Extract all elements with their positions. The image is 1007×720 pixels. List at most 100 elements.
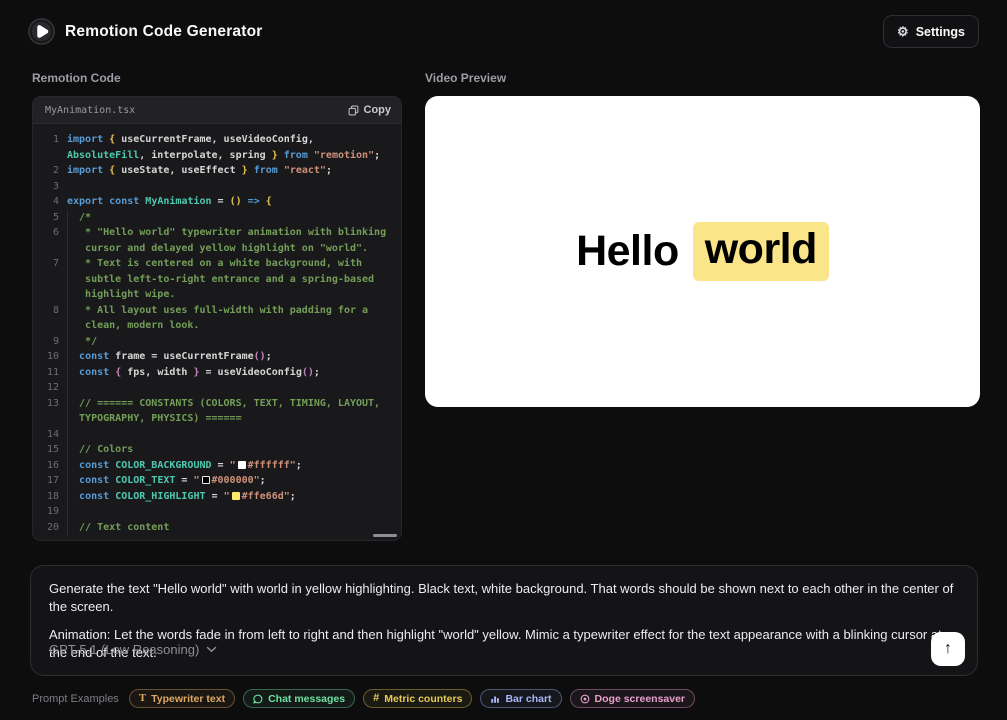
code-line: 17 const COLOR_TEXT = "#000000"; — [41, 473, 393, 489]
settings-label: Settings — [916, 25, 965, 39]
line-number: 8 — [41, 303, 59, 319]
code-line: 21 const FULL_TEXT = "Hello world"; — [41, 535, 393, 536]
submit-button[interactable]: ↑ — [931, 632, 965, 666]
example-pill-label: Doge screensaver — [595, 693, 685, 705]
code-editor-header: MyAnimation.tsx Copy — [33, 97, 401, 124]
line-number — [41, 318, 59, 334]
example-pill-label: Chat messages — [268, 693, 345, 705]
gear-icon: ⚙ — [897, 25, 909, 38]
code-line: 9 */ — [41, 334, 393, 350]
preview-section-label: Video Preview — [425, 71, 980, 85]
color-swatch — [232, 492, 240, 500]
code-line: 3 — [41, 179, 393, 195]
code-lines[interactable]: 1import { useCurrentFrame, useVideoConfi… — [33, 124, 401, 536]
example-pill-doge-screensaver[interactable]: Doge screensaver — [570, 689, 695, 708]
line-number: 14 — [41, 427, 59, 443]
prompt-examples-row: Prompt Examples T Typewriter text Chat mes… — [32, 689, 975, 708]
header: Remotion Code Generator ⚙ Settings — [0, 0, 1007, 63]
line-number: 20 — [41, 520, 59, 536]
remotion-logo-icon — [28, 18, 55, 45]
typewriter-icon: T — [139, 693, 146, 704]
code-line: clean, modern look. — [41, 318, 393, 334]
code-line: 20 // Text content — [41, 520, 393, 536]
prompt-card: Generate the text "Hello world" with wor… — [30, 565, 978, 676]
code-line: 15 // Colors — [41, 442, 393, 458]
line-number: 16 — [41, 458, 59, 474]
copy-label: Copy — [364, 104, 392, 116]
hash-icon: # — [373, 693, 379, 704]
line-number: 10 — [41, 349, 59, 365]
code-editor: MyAnimation.tsx Copy 1import { useCurren… — [32, 96, 402, 541]
code-line: 7 * Text is centered on a white backgrou… — [41, 256, 393, 272]
example-pill-label: Bar chart — [505, 693, 551, 705]
code-line: 16 const COLOR_BACKGROUND = "#ffffff"; — [41, 458, 393, 474]
brand: Remotion Code Generator — [28, 18, 263, 45]
line-number: 19 — [41, 504, 59, 520]
line-number: 15 — [41, 442, 59, 458]
line-number: 6 — [41, 225, 59, 241]
code-line: 18 const COLOR_HIGHLIGHT = "#ffe66d"; — [41, 489, 393, 505]
rendered-animation-text: Hello world — [576, 222, 829, 281]
color-swatch — [238, 461, 246, 469]
line-number — [41, 411, 59, 427]
bar-chart-icon — [490, 694, 500, 704]
line-number: 1 — [41, 132, 59, 148]
line-number — [41, 241, 59, 257]
code-line: 1import { useCurrentFrame, useVideoConfi… — [41, 132, 393, 148]
line-number — [41, 148, 59, 164]
prompt-actions: GPT-5.1 (Low Reasoning) ↑ — [49, 632, 965, 666]
line-number: 11 — [41, 365, 59, 381]
code-line: 8 * All layout uses full-width with padd… — [41, 303, 393, 319]
line-number: 4 — [41, 194, 59, 210]
horizontal-scrollbar-thumb[interactable] — [373, 534, 397, 537]
example-pill-bar-chart[interactable]: Bar chart — [480, 689, 561, 708]
code-filename: MyAnimation.tsx — [45, 105, 135, 116]
prompt-paragraph: Generate the text "Hello world" with wor… — [49, 580, 959, 615]
code-line: 11 const { fps, width } = useVideoConfig… — [41, 365, 393, 381]
highlighted-word: world — [693, 222, 829, 281]
line-number: 9 — [41, 334, 59, 350]
code-line: 6 * "Hello world" typewriter animation w… — [41, 225, 393, 241]
hello-text: Hello — [576, 227, 679, 276]
line-number: 13 — [41, 396, 59, 412]
code-section: Remotion Code MyAnimation.tsx Copy 1impo… — [32, 71, 402, 541]
line-number — [41, 272, 59, 288]
code-line: 19 — [41, 504, 393, 520]
example-pill-label: Metric counters — [384, 693, 462, 705]
code-line: 14 — [41, 427, 393, 443]
code-line: 2import { useState, useEffect } from "re… — [41, 163, 393, 179]
example-pill-chat-messages[interactable]: Chat messages — [243, 689, 355, 708]
app-title: Remotion Code Generator — [65, 23, 263, 41]
example-pills: T Typewriter text Chat messages # Metric cou… — [129, 689, 695, 708]
line-number: 7 — [41, 256, 59, 272]
model-label: GPT-5.1 (Low Reasoning) — [49, 642, 199, 657]
preview-section: Video Preview Hello world — [425, 71, 980, 407]
code-line: 4export const MyAnimation = () => { — [41, 194, 393, 210]
example-pill-metric-counters[interactable]: # Metric counters — [363, 689, 472, 708]
line-number: 21 — [41, 535, 59, 536]
example-pill-typewriter-text[interactable]: T Typewriter text — [129, 689, 235, 708]
example-pill-label: Typewriter text — [151, 693, 225, 705]
line-number: 17 — [41, 473, 59, 489]
line-number: 3 — [41, 179, 59, 195]
chat-bubble-icon — [253, 694, 263, 704]
code-line: AbsoluteFill, interpolate, spring } from… — [41, 148, 393, 164]
code-line: 12 — [41, 380, 393, 396]
code-line: 10 const frame = useCurrentFrame(); — [41, 349, 393, 365]
model-selector[interactable]: GPT-5.1 (Low Reasoning) — [49, 642, 217, 657]
chevron-down-icon — [206, 646, 217, 653]
code-line: subtle left-to-right entrance and a spri… — [41, 272, 393, 288]
settings-button[interactable]: ⚙ Settings — [883, 15, 979, 48]
copy-button[interactable]: Copy — [348, 104, 392, 116]
copy-icon — [348, 105, 359, 116]
line-number — [41, 287, 59, 303]
code-line: highlight wipe. — [41, 287, 393, 303]
line-number: 18 — [41, 489, 59, 505]
code-section-label: Remotion Code — [32, 71, 402, 85]
arrow-up-icon: ↑ — [944, 641, 952, 657]
code-line: TYPOGRAPHY, PHYSICS) ====== — [41, 411, 393, 427]
line-number: 5 — [41, 210, 59, 226]
code-line: 13 // ====== CONSTANTS (COLORS, TEXT, TI… — [41, 396, 393, 412]
color-swatch — [202, 476, 210, 484]
examples-label: Prompt Examples — [32, 693, 119, 705]
